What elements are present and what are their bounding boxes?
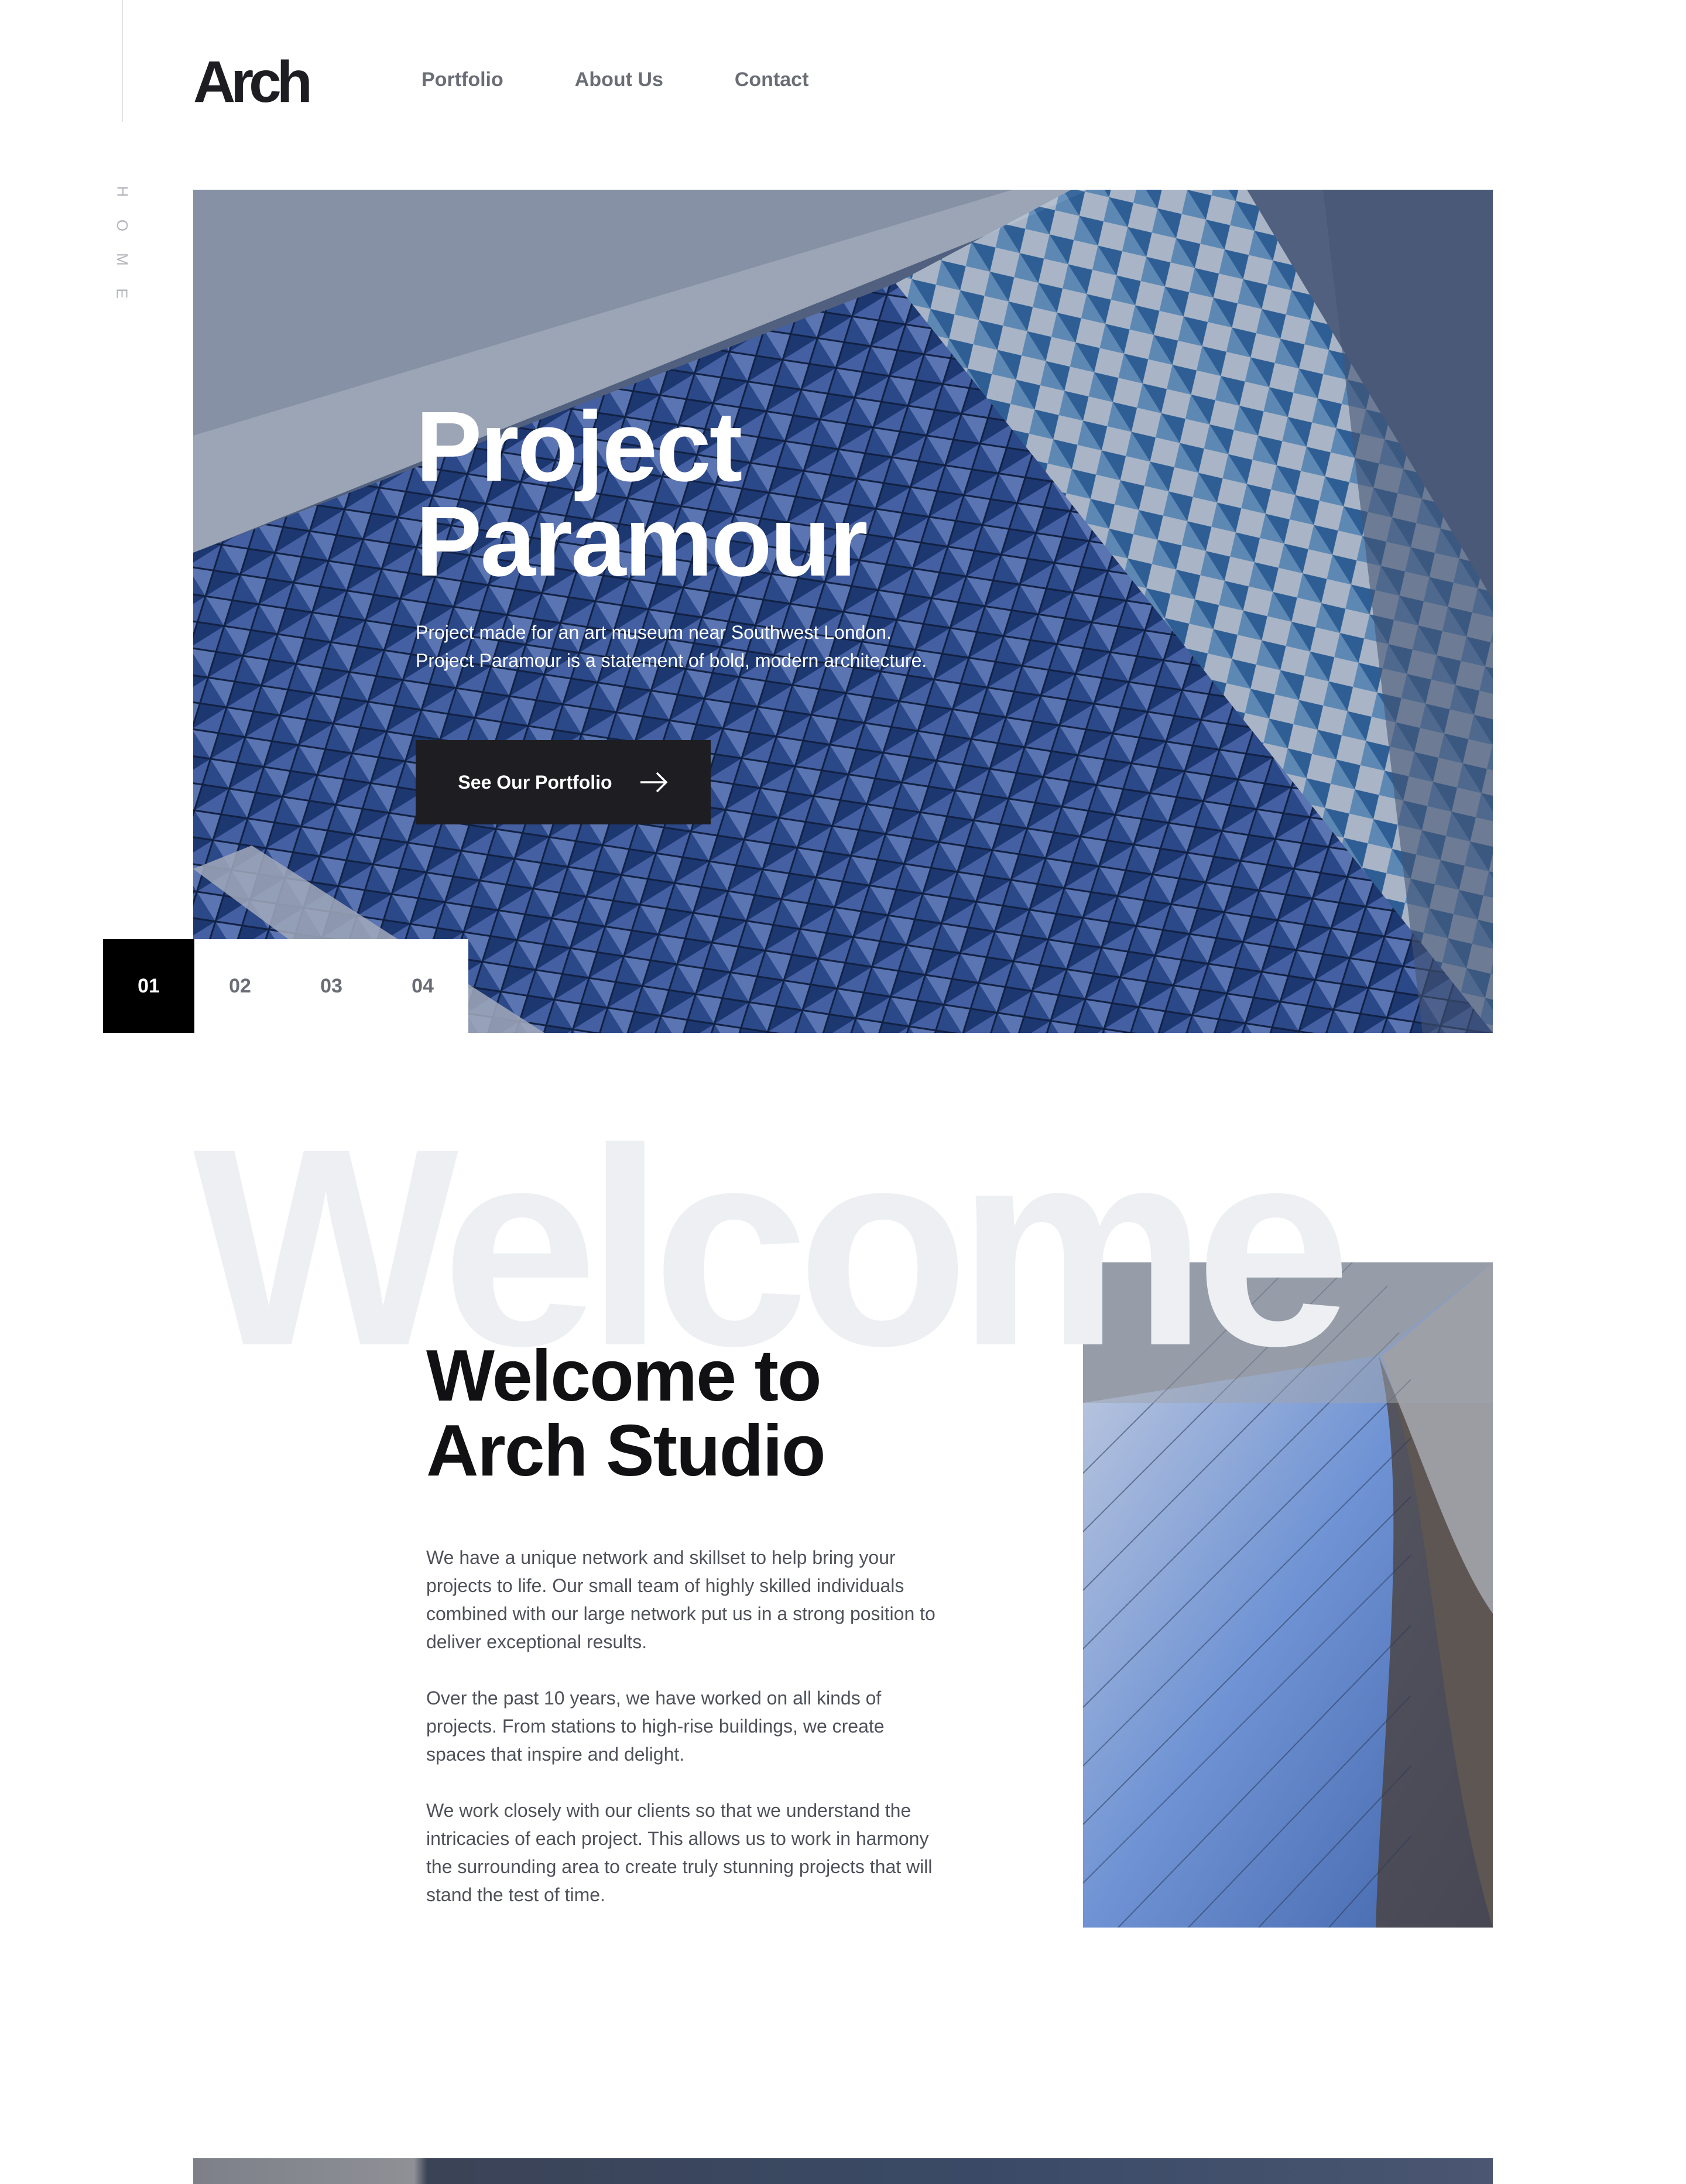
side-divider bbox=[122, 0, 123, 122]
see-portfolio-button[interactable]: See Our Portfolio bbox=[416, 740, 711, 824]
page-indicator-letter: H bbox=[114, 186, 131, 197]
hero-description: Project made for an art museum near Sout… bbox=[416, 622, 927, 671]
nav-link-about-us[interactable]: About Us bbox=[575, 68, 663, 91]
welcome-title-line: Welcome to bbox=[426, 1336, 822, 1416]
see-portfolio-button-label: See Our Portfolio bbox=[458, 771, 612, 793]
welcome-title-line: Arch Studio bbox=[426, 1411, 826, 1491]
page-indicator: H O M E bbox=[114, 174, 131, 310]
main-nav: Portfolio About Us Contact bbox=[422, 68, 880, 91]
page-indicator-letter: E bbox=[114, 288, 131, 299]
page: H O M E Arch Portfolio About Us Contact bbox=[0, 0, 1686, 2184]
slider-tabs: 01 02 03 04 bbox=[103, 939, 468, 1033]
welcome-title: Welcome to Arch Studio bbox=[426, 1336, 826, 1491]
hero-content: Project Paramour Project made for an art… bbox=[416, 391, 1001, 675]
page-indicator-letter: O bbox=[113, 219, 131, 232]
nav-link-contact[interactable]: Contact bbox=[735, 68, 809, 91]
slide-tab-04[interactable]: 04 bbox=[377, 939, 468, 1033]
slide-tab-01[interactable]: 01 bbox=[103, 939, 194, 1033]
welcome-paragraph: We have a unique network and skillset to… bbox=[426, 1547, 935, 1652]
hero-title-line: Paramour bbox=[416, 486, 868, 597]
hero-slide: Project Paramour Project made for an art… bbox=[193, 190, 1493, 1033]
slide-tab-02[interactable]: 02 bbox=[194, 939, 286, 1033]
hero-title-line: Project bbox=[416, 391, 742, 502]
welcome-paragraph: We work closely with our clients so that… bbox=[426, 1800, 933, 1905]
featured-section-image bbox=[193, 2158, 1493, 2184]
hero-title: Project Paramour bbox=[416, 391, 1001, 597]
logo[interactable]: Arch bbox=[193, 53, 313, 111]
page-indicator-letter: M bbox=[113, 253, 131, 266]
welcome-body: We have a unique network and skillset to… bbox=[426, 1543, 941, 1937]
slide-tab-03[interactable]: 03 bbox=[286, 939, 377, 1033]
arrow-right-icon bbox=[640, 772, 668, 793]
nav-link-portfolio[interactable]: Portfolio bbox=[422, 68, 503, 91]
welcome-watermark: Welcome bbox=[193, 1090, 1352, 1404]
welcome-paragraph: Over the past 10 years, we have worked o… bbox=[426, 1687, 885, 1765]
